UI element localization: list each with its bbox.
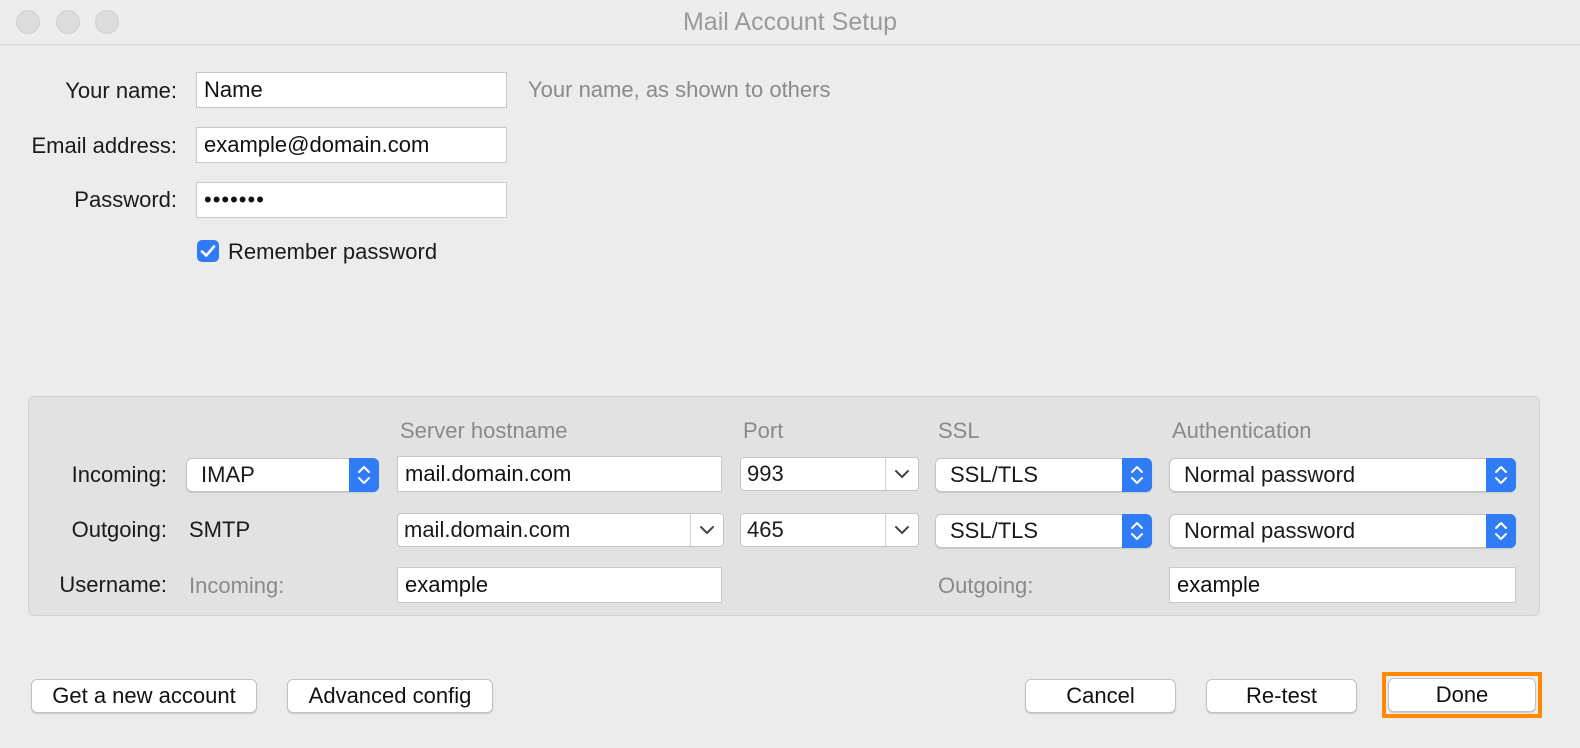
outgoing-auth-select[interactable]: Normal password [1169, 514, 1516, 548]
updown-chevron-icon [1122, 458, 1152, 492]
checkmark-icon [200, 245, 216, 257]
incoming-hostname-field[interactable]: mail.domain.com [397, 456, 722, 492]
password-label: Password: [74, 187, 177, 212]
header-ssl: SSL [938, 418, 980, 443]
incoming-ssl-select[interactable]: SSL/TLS [935, 458, 1152, 492]
outgoing-port-value: 465 [747, 517, 784, 542]
incoming-port-combo[interactable]: 993 [740, 457, 919, 491]
title-bar: Mail Account Setup [0, 0, 1580, 45]
incoming-username-field[interactable]: example [397, 567, 722, 603]
window-title: Mail Account Setup [682, 8, 897, 36]
incoming-protocol-select[interactable]: IMAP [186, 458, 379, 492]
outgoing-ssl-select[interactable]: SSL/TLS [935, 514, 1152, 548]
updown-chevron-icon [1486, 514, 1516, 548]
incoming-auth-select[interactable]: Normal password [1169, 458, 1516, 492]
updown-chevron-icon [349, 458, 379, 492]
password-field[interactable]: ••••••• [196, 182, 507, 218]
chevron-down-icon[interactable] [885, 458, 918, 490]
done-button[interactable]: Done [1388, 678, 1536, 712]
incoming-ssl-value: SSL/TLS [950, 462, 1039, 487]
incoming-protocol-value: IMAP [201, 462, 255, 487]
remember-password-label: Remember password [228, 239, 438, 264]
remember-password-checkbox[interactable] [197, 240, 219, 262]
outgoing-hostname-value: mail.domain.com [404, 517, 571, 542]
outgoing-hostname-combo[interactable]: mail.domain.com [397, 513, 724, 547]
username-label: Username: [59, 572, 167, 597]
updown-chevron-icon [1486, 458, 1516, 492]
incoming-port-value: 993 [747, 461, 784, 486]
get-new-account-button[interactable]: Get a new account [31, 679, 257, 713]
header-server-hostname: Server hostname [400, 418, 568, 443]
name-label: Your name: [65, 78, 177, 103]
email-field[interactable]: example@domain.com [196, 127, 507, 163]
outgoing-protocol: SMTP [189, 517, 251, 542]
username-outgoing-label: Outgoing: [938, 573, 1034, 598]
incoming-label: Incoming: [71, 462, 167, 487]
incoming-auth-value: Normal password [1184, 462, 1356, 487]
header-authentication: Authentication [1172, 418, 1312, 443]
updown-chevron-icon [1122, 514, 1152, 548]
header-port: Port [743, 418, 784, 443]
retest-button[interactable]: Re-test [1206, 679, 1357, 713]
chevron-down-icon[interactable] [885, 514, 918, 546]
username-incoming-label: Incoming: [189, 573, 285, 598]
outgoing-label: Outgoing: [71, 517, 167, 542]
cancel-button[interactable]: Cancel [1025, 679, 1176, 713]
outgoing-port-combo[interactable]: 465 [740, 513, 919, 547]
email-label: Email address: [31, 133, 177, 158]
outgoing-auth-value: Normal password [1184, 518, 1356, 543]
chevron-down-icon[interactable] [690, 514, 723, 546]
outgoing-ssl-value: SSL/TLS [950, 518, 1039, 543]
outgoing-username-field[interactable]: example [1169, 567, 1516, 603]
name-field[interactable]: Name [196, 72, 507, 108]
advanced-config-button[interactable]: Advanced config [287, 679, 493, 713]
name-hint: Your name, as shown to others [528, 77, 831, 102]
